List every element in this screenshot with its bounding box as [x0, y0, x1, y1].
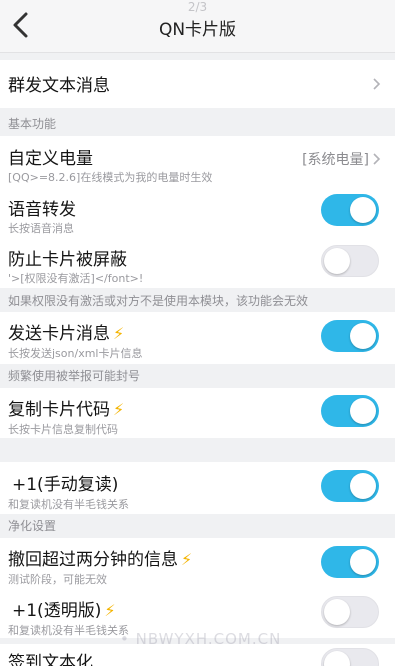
- lightning-icon: ⚡: [113, 324, 125, 343]
- plus-one-clear-toggle[interactable]: [321, 596, 379, 628]
- battery-value: [系统电量]: [302, 152, 369, 168]
- settings-item-mass-text[interactable]: 群发文本消息: [0, 60, 395, 108]
- chevron-right-icon: [373, 78, 381, 90]
- settings-item-battery[interactable]: 自定义电量 [QQ>=8.2.6]在线模式为我的电量时生效 [系统电量]: [0, 136, 395, 188]
- item-subtitle: 长按卡片信息复制代码: [8, 423, 118, 436]
- section-header-basic: 基本功能: [8, 117, 57, 131]
- send-card-note: 频繁使用被举报可能封号: [8, 369, 141, 383]
- item-subtitle: 和复读机没有半毛钱关系: [8, 624, 129, 637]
- toggle-knob: [350, 549, 376, 575]
- page-title: QN卡片版: [158, 20, 237, 40]
- settings-item-copy-card: 复制卡片代码 ⚡ 长按卡片信息复制代码: [0, 388, 395, 438]
- settings-item-card-block: 防止卡片被屏蔽 '>[权限没有激活]</font>!: [0, 238, 395, 288]
- recall-toggle[interactable]: [321, 546, 379, 578]
- item-label-text: +1(透明版): [12, 601, 102, 621]
- send-card-toggle[interactable]: [321, 320, 379, 352]
- voice-forward-toggle[interactable]: [321, 194, 379, 226]
- item-subtitle: 长按发送json/xml卡片信息: [8, 347, 143, 360]
- lightning-icon: ⚡: [104, 601, 116, 620]
- toggle-knob: [350, 197, 376, 223]
- nav-header: 2/3 QN卡片版: [0, 0, 395, 53]
- item-label-text: 发送卡片消息: [8, 324, 110, 344]
- page-indicator: 2/3: [187, 0, 208, 14]
- toggle-knob: [324, 651, 350, 666]
- toggle-knob: [350, 473, 376, 499]
- item-label: +1(手动复读): [12, 475, 119, 495]
- section-header-purify: 净化设置: [8, 519, 57, 533]
- item-label: +1(透明版) ⚡: [12, 596, 116, 621]
- item-subtitle: [QQ>=8.2.6]在线模式为我的电量时生效: [8, 171, 213, 184]
- chevron-right-icon: [373, 153, 381, 165]
- item-label-text: 撤回超过两分钟的信息: [8, 550, 178, 570]
- copy-card-toggle[interactable]: [321, 395, 379, 427]
- toggle-knob: [324, 248, 350, 274]
- watermark: • NBWYXH.COM.CN: [120, 630, 282, 648]
- sign-in-toggle[interactable]: [321, 648, 379, 666]
- lightning-icon: ⚡: [181, 550, 193, 569]
- item-label: 复制卡片代码 ⚡: [8, 395, 124, 420]
- toggle-knob: [350, 398, 376, 424]
- item-label: 语音转发: [8, 200, 76, 220]
- toggle-knob: [350, 323, 376, 349]
- toggle-knob: [324, 599, 350, 625]
- item-subtitle: 测试阶段，可能无效: [8, 573, 107, 586]
- card-block-toggle[interactable]: [321, 245, 379, 277]
- item-subtitle: 长按语音消息: [8, 222, 74, 235]
- item-subtitle: 和复读机没有半毛钱关系: [8, 498, 129, 511]
- plus-one-toggle[interactable]: [321, 470, 379, 502]
- settings-item-voice-forward: 语音转发 长按语音消息: [0, 188, 395, 238]
- item-label: 签到文本化: [8, 653, 93, 666]
- item-label-text: 复制卡片代码: [8, 400, 110, 420]
- item-label: 群发文本消息: [8, 76, 110, 96]
- item-label: 自定义电量: [8, 149, 93, 169]
- lightning-icon: ⚡: [113, 400, 125, 419]
- item-label: 撤回超过两分钟的信息 ⚡: [8, 545, 192, 570]
- item-label: 发送卡片消息 ⚡: [8, 319, 124, 344]
- settings-item-recall: 撤回超过两分钟的信息 ⚡ 测试阶段，可能无效: [0, 538, 395, 590]
- settings-item-send-card: 发送卡片消息 ⚡ 长按发送json/xml卡片信息: [0, 312, 395, 364]
- item-subtitle: '>[权限没有激活]</font>!: [8, 272, 144, 285]
- card-block-note: 如果权限没有激活或对方不是使用本模块，该功能会无效: [8, 294, 309, 308]
- settings-item-plus-one: +1(手动复读) 和复读机没有半毛钱关系: [0, 462, 395, 514]
- item-label: 防止卡片被屏蔽: [8, 250, 127, 270]
